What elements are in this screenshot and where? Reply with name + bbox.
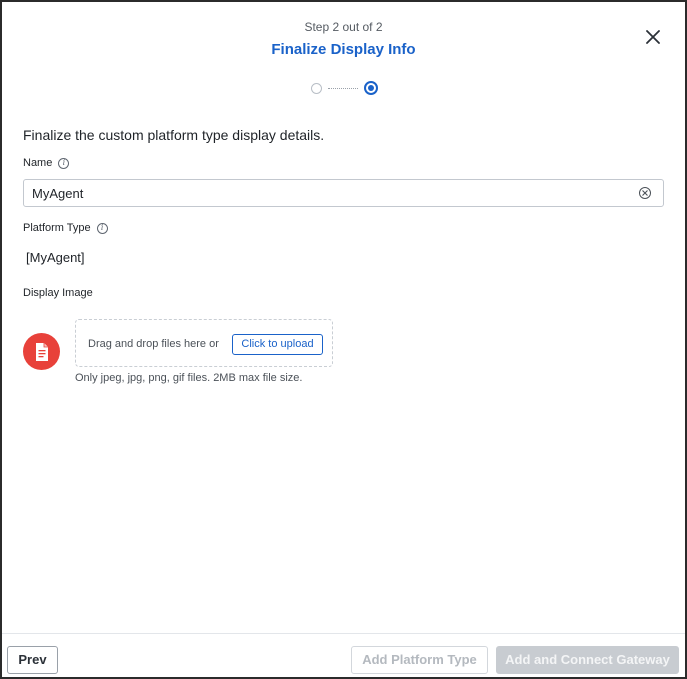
platform-type-value: [MyAgent] [26, 250, 85, 265]
add-and-connect-gateway-button[interactable]: Add and Connect Gateway [496, 646, 679, 674]
step-1-dot[interactable] [311, 83, 322, 94]
add-platform-type-button[interactable]: Add Platform Type [351, 646, 488, 674]
info-icon[interactable]: i [96, 222, 108, 234]
close-button[interactable] [642, 26, 664, 48]
display-image-label: Display Image [23, 287, 93, 299]
intro-text: Finalize the custom platform type displa… [23, 127, 325, 143]
display-image-label-text: Display Image [23, 287, 93, 299]
prev-button[interactable]: Prev [7, 646, 58, 674]
info-icon[interactable]: i [58, 157, 70, 169]
step-indicator [309, 81, 381, 96]
file-dropzone[interactable]: Drag and drop files here or Click to upl… [75, 319, 333, 367]
name-label-text: Name [23, 157, 53, 169]
platform-type-label-text: Platform Type [23, 222, 91, 234]
step-2-dot-active [364, 81, 378, 95]
clear-name-button[interactable] [639, 187, 651, 199]
name-label: Name i [23, 157, 70, 169]
document-icon [35, 342, 48, 361]
dialog-footer: Prev Add Platform Type Add and Connect G… [2, 633, 685, 679]
name-input[interactable] [32, 184, 622, 202]
step-connector [328, 88, 358, 89]
close-icon [646, 30, 660, 44]
name-field[interactable] [23, 179, 664, 207]
clear-icon [642, 190, 648, 196]
click-to-upload-button[interactable]: Click to upload [232, 334, 323, 355]
step-label: Step 2 out of 2 [304, 20, 383, 34]
file-type-hint: Only jpeg, jpg, png, gif files. 2MB max … [75, 372, 303, 384]
display-image-preview [23, 333, 60, 370]
dialog-title: Finalize Display Info [271, 41, 416, 58]
platform-type-label: Platform Type i [23, 222, 108, 234]
finalize-display-info-dialog: Step 2 out of 2 Finalize Display Info Fi… [0, 0, 687, 679]
dropzone-text: Drag and drop files here or [88, 338, 219, 350]
dialog-header: Step 2 out of 2 Finalize Display Info [2, 2, 685, 112]
